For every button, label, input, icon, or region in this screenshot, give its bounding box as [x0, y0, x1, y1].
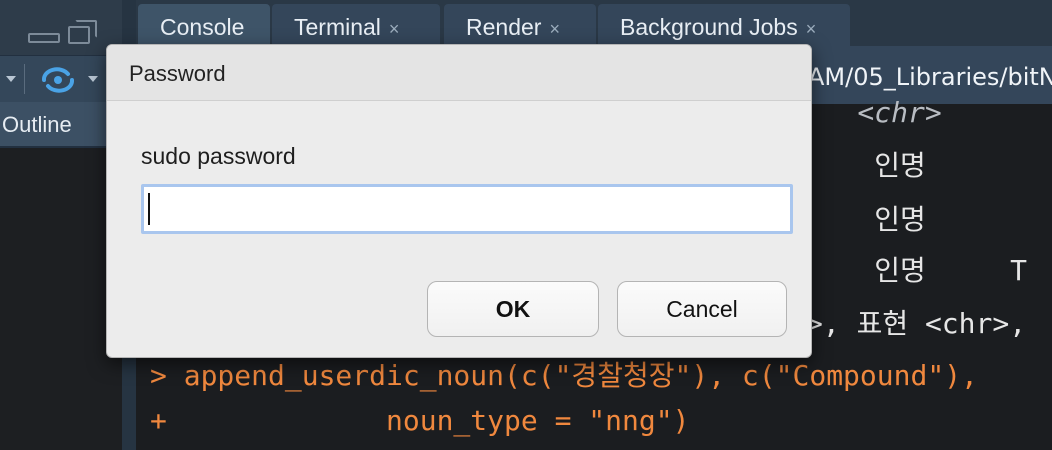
console-line: >, 표현 <chr>, [806, 307, 1027, 340]
tab-background-jobs[interactable]: Background Jobs × [598, 4, 850, 46]
password-input[interactable] [141, 184, 793, 234]
dialog-title: Password [129, 61, 226, 86]
tab-label: Terminal [294, 14, 381, 40]
tab-label: Render [466, 14, 542, 40]
close-icon[interactable]: × [389, 19, 400, 39]
left-pane-header [0, 0, 122, 55]
sync-icon[interactable] [38, 66, 78, 94]
console-line: 인명 [790, 149, 1011, 182]
close-icon[interactable]: × [549, 19, 560, 39]
dialog-titlebar[interactable]: Password [107, 45, 811, 101]
ok-button[interactable]: OK [427, 281, 599, 337]
console-line: 인명 [790, 203, 1011, 236]
password-dialog: Password sudo password OK Cancel [106, 44, 812, 358]
window-minimize-icon[interactable] [28, 33, 60, 43]
close-icon[interactable]: × [806, 19, 817, 39]
text-caret [148, 193, 150, 225]
console-line: > append_userdic_noun(c("경찰청장"), c("Comp… [150, 359, 978, 392]
console-line: 인명 T [790, 254, 1027, 287]
chevron-down-icon[interactable] [6, 76, 16, 82]
window-maximize-icon[interactable] [68, 20, 98, 44]
sync-chevron-down-icon[interactable] [88, 76, 98, 82]
tab-terminal[interactable]: Terminal × [272, 4, 440, 46]
pane-tabs: Console Terminal × Render × Background Job… [136, 0, 1052, 46]
console-line: > <chr> [790, 96, 942, 129]
tab-console[interactable]: Console [138, 4, 270, 46]
tab-label: Background Jobs [620, 14, 798, 40]
toolbar-separator [24, 64, 25, 94]
left-pane-toolbar [0, 55, 122, 102]
left-pane: Outline [0, 0, 122, 450]
password-label: sudo password [141, 143, 296, 169]
editor-area [0, 148, 122, 450]
tab-label: Console [160, 14, 245, 40]
tab-render[interactable]: Render × [444, 4, 596, 46]
outline-tab[interactable]: Outline [0, 102, 122, 148]
console-line: + noun_type = "nng") [150, 404, 690, 437]
cancel-button[interactable]: Cancel [617, 281, 787, 337]
